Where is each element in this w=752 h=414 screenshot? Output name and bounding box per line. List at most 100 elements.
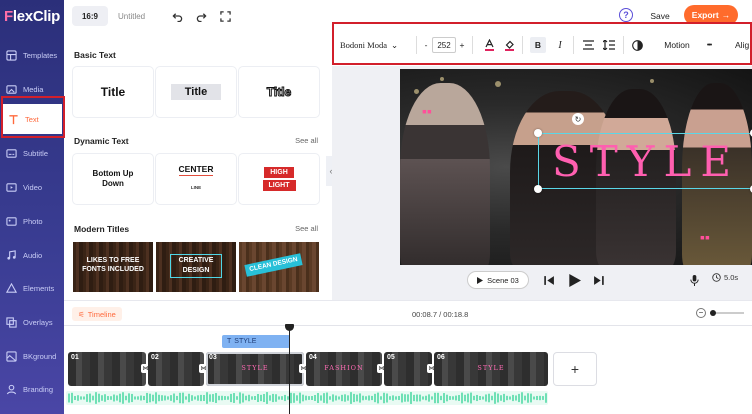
next-scene-icon[interactable] [591,273,605,287]
modern-card-clean-design[interactable]: CLEAN DESIGN [239,242,319,292]
italic-button[interactable]: I [553,37,567,53]
bold-button[interactable]: B [530,37,546,53]
timeline-panel: ⚟ Timeline 00:08.7 / 00:18.8 − T STYLE 01 ⋈… [64,300,752,414]
media-icon [6,84,17,94]
text-toolbar: Bodoni Moda ⌄ - 252 + B I Motion ••• Alig [332,24,752,65]
basic-text-card-1[interactable]: Title [73,67,153,117]
opacity-icon[interactable] [630,37,644,53]
sidebar-item-media[interactable]: Media [0,74,64,104]
timeline-clip-02[interactable]: 02 [148,352,204,386]
undo-icon[interactable] [170,9,184,23]
help-icon[interactable]: ? [619,8,633,22]
divider [472,36,473,54]
divider [416,36,417,54]
selected-text-layer[interactable]: STYLE [534,129,752,193]
font-size-increase-button[interactable]: + [457,37,467,53]
font-size-decrease-button[interactable]: - [421,37,431,53]
resize-handle[interactable] [534,185,542,193]
sidebar-item-overlays[interactable]: Overlays [0,307,64,337]
card-label: CENTER LINE [178,164,214,190]
modern-card-free-fonts[interactable]: LIKES TO FREE FONTS INCLUDED [73,242,153,292]
basic-text-heading: Basic Text [74,50,116,60]
fullscreen-icon[interactable] [218,9,232,23]
play-icon[interactable] [567,273,581,287]
clip-caption: FASHION [324,364,364,372]
previous-scene-icon[interactable] [542,273,556,287]
export-button[interactable]: Export → [684,5,738,25]
microphone-icon[interactable] [687,273,701,287]
clip-number: 05 [387,354,395,361]
clock-icon [712,273,721,282]
modern-see-all-link[interactable]: See all [295,224,318,233]
card-label: CREATIVE DESIGN [170,254,222,278]
flexclip-editor: FlexClip Templates Media Text Subtitle Video… [0,0,752,414]
zoom-slider[interactable] [710,310,744,316]
add-scene-button[interactable]: + [553,352,597,386]
dynamic-see-all-link[interactable]: See all [295,136,318,145]
dynamic-card-center[interactable]: CENTER LINE [156,154,236,204]
sidebar-item-photo[interactable]: Photo [0,206,64,236]
timeline-zoom: − [696,308,744,318]
sidebar-item-label: Media [23,84,44,94]
font-size-input[interactable]: 252 [432,37,456,53]
templates-icon [6,49,17,61]
scene-duration[interactable]: 5.0s [712,273,738,282]
timeline-clip-04[interactable]: 04 FASHION [306,352,382,386]
pink-accent-mark: ▪▪ [422,103,432,119]
playhead[interactable] [289,327,290,414]
sidebar-item-label: Elements [23,283,55,293]
timeline-clip-01[interactable]: 01 [68,352,146,386]
timeline-clip-06[interactable]: 06 STYLE [434,352,548,386]
sidebar-item-elements[interactable]: Elements [0,273,64,303]
sidebar-item-audio[interactable]: Audio [0,240,64,270]
sidebar-item-label: Video [23,182,43,192]
rotate-handle-icon[interactable]: ↻ [572,113,584,125]
timeline-toggle-button[interactable]: ⚟ Timeline [72,307,122,321]
basic-text-card-3[interactable]: Title [239,67,319,117]
sidebar-item-label: Photo [23,216,43,226]
dynamic-card-high-light[interactable]: HIGH LIGHT [239,154,319,204]
project-title[interactable]: Untitled [118,12,160,21]
sidebar-item-bkground[interactable]: BKground [0,341,64,371]
text-track-item[interactable]: T STYLE [222,335,290,348]
playhead-handle[interactable] [285,324,294,331]
card-label: Bottom Up Down [92,169,134,188]
clip-number: 01 [71,354,79,361]
redo-icon[interactable] [194,9,208,23]
modern-card-creative-design[interactable]: CREATIVE DESIGN [156,242,236,292]
motion-button[interactable]: Motion [660,37,694,53]
dynamic-card-bottom-up[interactable]: Bottom Up Down [73,154,153,204]
sidebar-item-templates[interactable]: Templates [0,40,64,70]
zoom-slider-knob[interactable] [710,310,716,316]
chevron-down-icon: ⌄ [391,39,399,50]
timeline-icon: ⚟ [78,309,85,319]
timeline-clip-05[interactable]: 05 [384,352,432,386]
divider [573,36,574,54]
background-icon [6,350,17,362]
save-button[interactable]: Save [642,7,678,25]
model-figure [400,83,490,265]
zoom-out-icon[interactable]: − [696,308,706,318]
pink-accent-mark: ▪▪ [700,229,710,245]
audio-waveform[interactable] [66,391,548,405]
align-menu-button[interactable]: Alig [735,37,752,53]
sidebar-item-subtitle[interactable]: Subtitle [0,138,64,168]
branding-icon [6,384,17,394]
sidebar-item-branding[interactable]: Branding [0,374,64,404]
sidebar-item-video[interactable]: Video [0,172,64,202]
line-spacing-icon[interactable] [602,37,616,53]
resize-handle[interactable] [534,129,542,137]
aspect-ratio-button[interactable]: 16:9 [72,6,108,26]
basic-text-card-2[interactable]: Title [156,67,236,117]
highlight-color-icon[interactable] [502,37,516,53]
video-preview[interactable]: ▪▪ ▪▪ ↻ STYLE [400,69,752,265]
modern-titles-heading: Modern Titles [74,224,130,234]
align-center-icon[interactable] [581,37,595,53]
photo-icon [6,216,17,226]
text-color-icon[interactable] [482,37,496,53]
font-family-select[interactable]: Bodoni Moda ⌄ [340,37,410,53]
more-options-icon[interactable]: ••• [702,37,716,53]
scene-selector-button[interactable]: Scene 03 [467,271,529,289]
canvas-text[interactable]: STYLE [539,138,752,186]
sidebar-item-text[interactable]: Text [2,104,62,134]
